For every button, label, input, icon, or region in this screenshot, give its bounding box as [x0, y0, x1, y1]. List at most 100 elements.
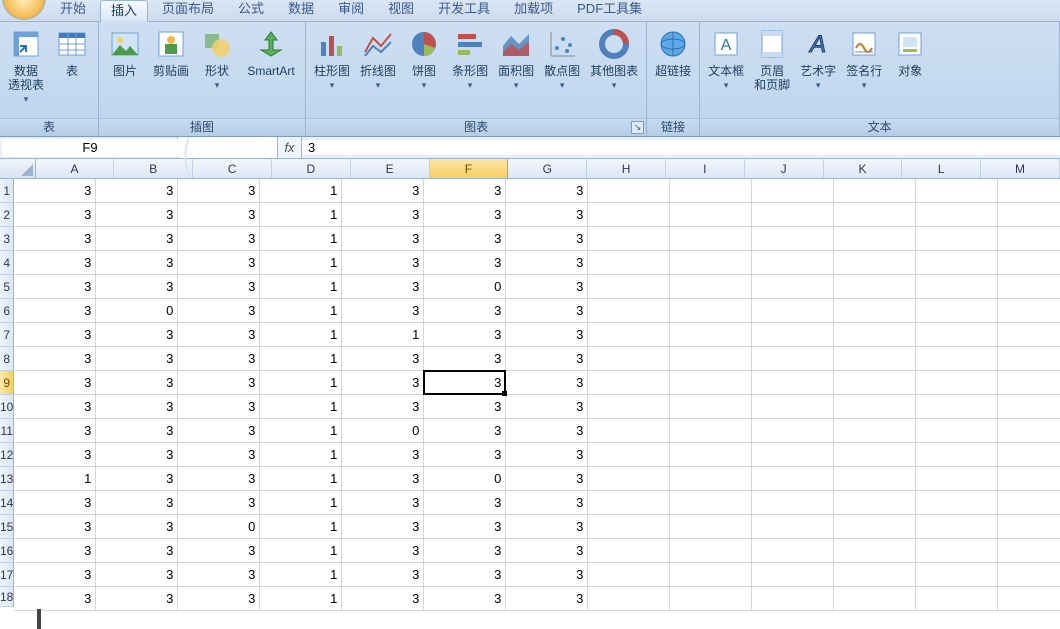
cell[interactable] — [752, 515, 834, 539]
cell[interactable]: 3 — [96, 179, 178, 203]
cell[interactable] — [834, 563, 916, 587]
cell[interactable]: 3 — [506, 251, 588, 275]
cell[interactable]: 3 — [178, 539, 260, 563]
cell[interactable] — [588, 539, 670, 563]
cell[interactable] — [834, 539, 916, 563]
cell[interactable] — [588, 227, 670, 251]
cell[interactable]: 3 — [96, 203, 178, 227]
cell[interactable]: 3 — [506, 179, 588, 203]
cell[interactable] — [588, 251, 670, 275]
cell[interactable]: 3 — [96, 371, 178, 395]
cell[interactable]: 3 — [506, 419, 588, 443]
cell[interactable] — [916, 179, 998, 203]
cell[interactable]: 1 — [260, 395, 342, 419]
cell[interactable]: 3 — [342, 347, 424, 371]
cell[interactable]: 3 — [14, 395, 96, 419]
cell[interactable]: 3 — [342, 395, 424, 419]
cell[interactable]: 1 — [260, 515, 342, 539]
cell[interactable] — [834, 515, 916, 539]
office-button[interactable] — [2, 0, 46, 20]
col-header-H[interactable]: H — [587, 159, 666, 178]
cell[interactable]: 3 — [96, 539, 178, 563]
cell[interactable]: 3 — [342, 251, 424, 275]
cell[interactable]: 3 — [506, 467, 588, 491]
cell[interactable] — [916, 251, 998, 275]
tab-插入[interactable]: 插入 — [100, 0, 148, 22]
cell[interactable] — [998, 251, 1060, 275]
cell[interactable]: 3 — [342, 515, 424, 539]
cell[interactable] — [916, 323, 998, 347]
row-header-11[interactable]: 11 — [0, 419, 14, 443]
cell[interactable] — [834, 227, 916, 251]
cell[interactable]: 3 — [506, 227, 588, 251]
cell[interactable] — [588, 371, 670, 395]
cell[interactable]: 3 — [424, 491, 506, 515]
cell[interactable]: 0 — [424, 467, 506, 491]
cell[interactable]: 3 — [342, 371, 424, 395]
cell[interactable]: 3 — [506, 299, 588, 323]
cell[interactable] — [670, 299, 752, 323]
cell[interactable] — [670, 587, 752, 611]
cell[interactable]: 3 — [178, 347, 260, 371]
row-header-12[interactable]: 12 — [0, 443, 14, 467]
fx-button[interactable]: fx — [278, 137, 302, 158]
select-all-corner[interactable] — [0, 159, 36, 178]
row-header-3[interactable]: 3 — [0, 227, 14, 251]
cell[interactable] — [670, 419, 752, 443]
line-chart-button[interactable]: 折线图▾ — [356, 25, 400, 117]
cell[interactable]: 3 — [14, 323, 96, 347]
tab-审阅[interactable]: 审阅 — [328, 0, 374, 21]
pie-chart-button[interactable]: 饼图▾ — [402, 25, 446, 117]
col-header-I[interactable]: I — [666, 159, 745, 178]
cell[interactable]: 1 — [260, 275, 342, 299]
cell[interactable]: 3 — [424, 203, 506, 227]
cell[interactable]: 1 — [260, 203, 342, 227]
cell[interactable]: 3 — [14, 371, 96, 395]
cell[interactable] — [998, 467, 1060, 491]
row-header-14[interactable]: 14 — [0, 491, 14, 515]
cell[interactable] — [834, 443, 916, 467]
cell[interactable]: 3 — [506, 275, 588, 299]
cell[interactable]: 3 — [178, 395, 260, 419]
chart-dialog-launcher[interactable]: ↘ — [631, 121, 644, 134]
cell[interactable] — [916, 347, 998, 371]
cell[interactable] — [916, 299, 998, 323]
cell[interactable] — [670, 347, 752, 371]
picture-button[interactable]: 图片 — [103, 25, 147, 117]
cell[interactable]: 3 — [14, 299, 96, 323]
cell[interactable] — [752, 371, 834, 395]
sigline-button[interactable]: 签名行▾ — [842, 25, 886, 117]
cell[interactable]: 3 — [96, 251, 178, 275]
cell[interactable] — [916, 275, 998, 299]
cell[interactable] — [998, 563, 1060, 587]
cell[interactable]: 3 — [96, 587, 178, 611]
cell[interactable] — [834, 371, 916, 395]
smartart-button[interactable]: SmartArt — [241, 25, 301, 117]
cell[interactable] — [998, 299, 1060, 323]
cell[interactable]: 3 — [14, 539, 96, 563]
row-header-13[interactable]: 13 — [0, 467, 14, 491]
cell[interactable] — [834, 251, 916, 275]
cell[interactable] — [916, 443, 998, 467]
cell[interactable]: 3 — [14, 443, 96, 467]
name-box-input[interactable] — [2, 139, 178, 157]
cell[interactable]: 3 — [424, 323, 506, 347]
cell[interactable]: 3 — [506, 563, 588, 587]
cell[interactable] — [752, 347, 834, 371]
cell[interactable]: 3 — [506, 347, 588, 371]
cell[interactable]: 3 — [14, 347, 96, 371]
object-button[interactable]: 对象 — [888, 25, 932, 117]
cell[interactable]: 3 — [506, 371, 588, 395]
cell[interactable]: 1 — [260, 587, 342, 611]
cell[interactable]: 3 — [178, 419, 260, 443]
cells-area[interactable]: 3331333333133333313333331333333130330313… — [14, 179, 1060, 629]
cell[interactable] — [916, 419, 998, 443]
cell[interactable] — [588, 347, 670, 371]
cell[interactable] — [752, 419, 834, 443]
cell[interactable]: 0 — [342, 419, 424, 443]
pivot-table-button[interactable]: 数据 透视表 ▾ — [4, 25, 48, 117]
cell[interactable] — [752, 443, 834, 467]
cell[interactable]: 3 — [178, 251, 260, 275]
shapes-button[interactable]: 形状 ▾ — [195, 25, 239, 117]
cell[interactable]: 3 — [424, 227, 506, 251]
